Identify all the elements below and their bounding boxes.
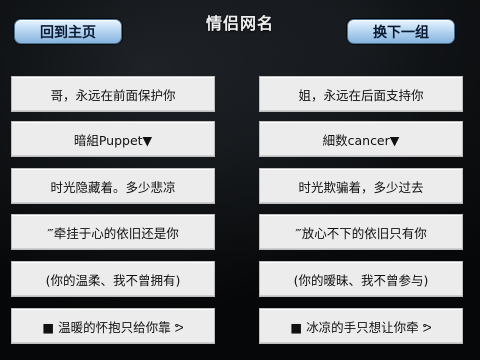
name-text: ‴放心不下的依旧只有你 <box>295 225 427 241</box>
name-right-4[interactable]: ‴放心不下的依旧只有你 <box>259 214 463 250</box>
name-right-2[interactable]: 細数cancer▼ <box>259 121 463 157</box>
name-right-6[interactable]: ■ 冰凉的手只想让你牵 ᕗ <box>259 308 463 344</box>
name-text: (你的温柔、我不曾拥有) <box>45 272 181 288</box>
name-right-1[interactable]: 姐，永远在后面支持你 <box>259 76 463 112</box>
name-left-4[interactable]: ‴牵挂于心的依旧还是你 <box>11 214 215 250</box>
name-text: 細数cancer▼ <box>322 132 400 148</box>
name-text: ■ 温暖的怀抱只给你靠 ᕗ <box>42 319 184 335</box>
name-left-2[interactable]: 暗組Puppet▼ <box>11 121 215 157</box>
name-right-3[interactable]: 时光欺骗着，多少过去 <box>259 168 463 204</box>
name-left-3[interactable]: 时光隐藏着。多少悲凉 <box>11 168 215 204</box>
name-pairs-grid: 哥，永远在前面保护你 姐，永远在后面支持你 暗組Puppet▼ 細数cancer… <box>0 0 480 360</box>
name-text: ‴牵挂于心的依旧还是你 <box>47 225 179 241</box>
name-left-6[interactable]: ■ 温暖的怀抱只给你靠 ᕗ <box>11 308 215 344</box>
name-text: 哥，永远在前面保护你 <box>50 87 176 103</box>
name-text: 暗組Puppet▼ <box>73 132 153 148</box>
name-text: 时光欺骗着，多少过去 <box>298 179 424 195</box>
name-left-1[interactable]: 哥，永远在前面保护你 <box>11 76 215 112</box>
name-left-5[interactable]: (你的温柔、我不曾拥有) <box>11 261 215 297</box>
name-text: (你的暧昧、我不曾参与) <box>293 272 429 288</box>
name-text: 时光隐藏着。多少悲凉 <box>50 179 176 195</box>
name-text: 姐，永远在后面支持你 <box>298 87 424 103</box>
name-right-5[interactable]: (你的暧昧、我不曾参与) <box>259 261 463 297</box>
app-screen: 回到主页 情侣网名 换下一组 哥，永远在前面保护你 姐，永远在后面支持你 暗組P… <box>0 0 480 360</box>
name-text: ■ 冰凉的手只想让你牵 ᕗ <box>290 319 432 335</box>
